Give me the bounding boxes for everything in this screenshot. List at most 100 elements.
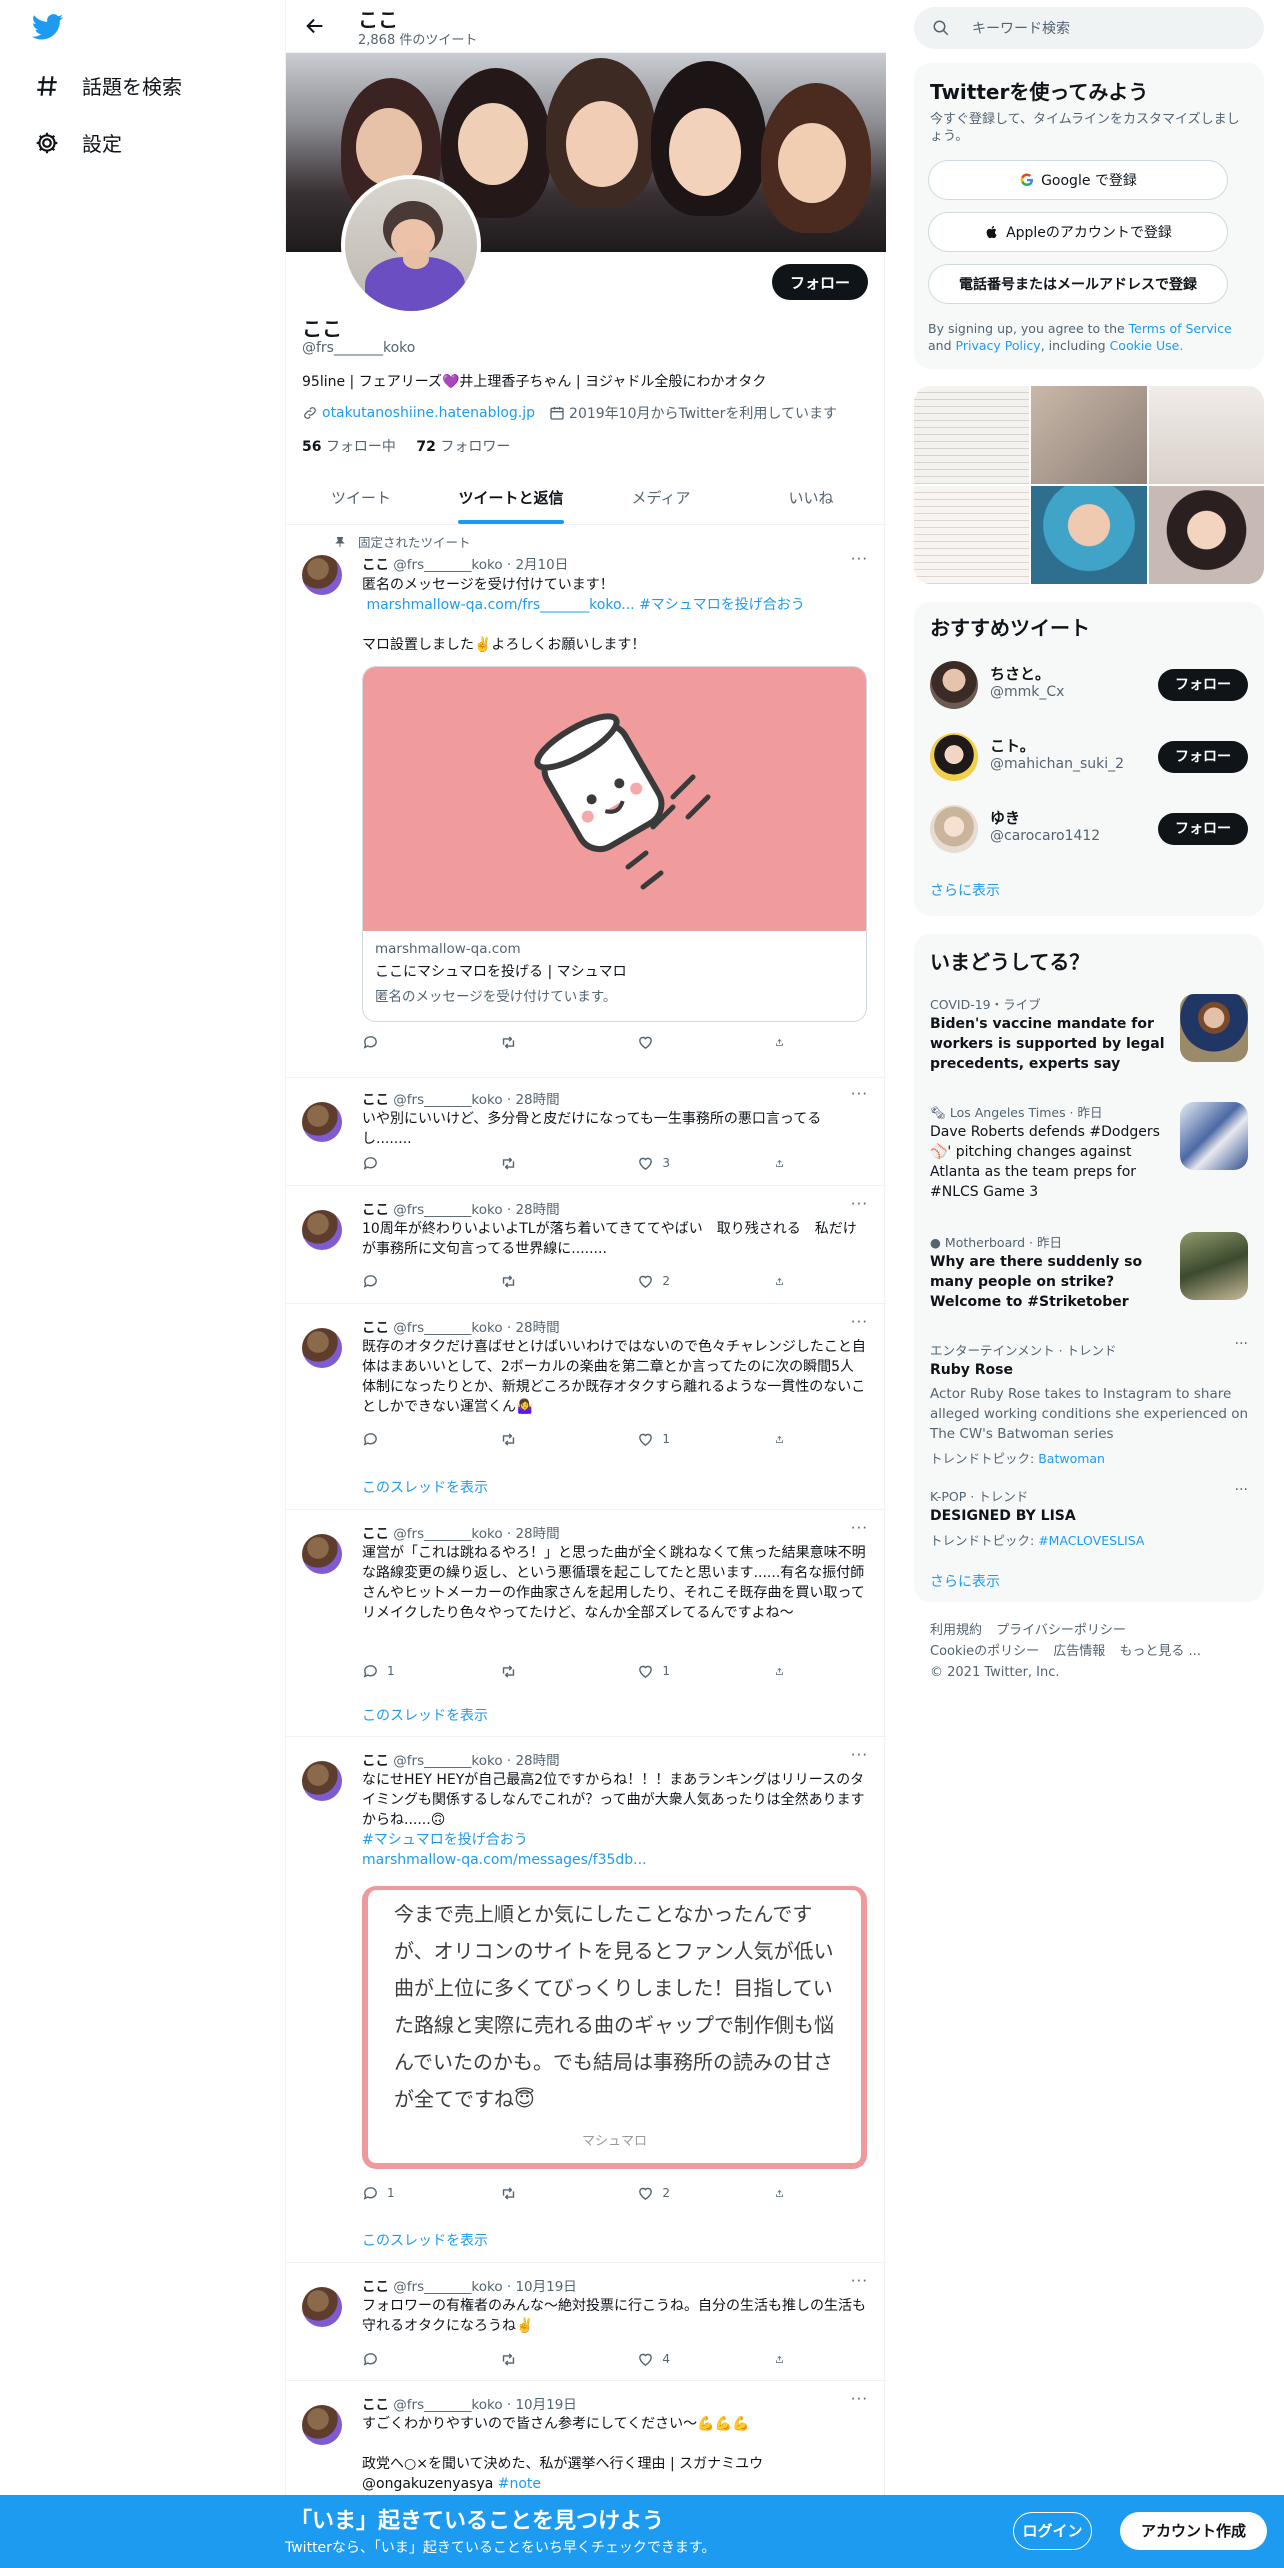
twitter-logo-icon[interactable] xyxy=(32,14,64,40)
like-button[interactable]: 4 xyxy=(637,2350,723,2368)
tab-tweets-and-replies[interactable]: ツイートと返信 xyxy=(436,472,586,524)
apple-signup-button[interactable]: Appleのアカウントで登録 xyxy=(928,212,1228,252)
recommend-user-name[interactable]: ちさと。 xyxy=(990,663,1050,684)
like-button[interactable]: 1 xyxy=(637,1662,723,1680)
follow-button[interactable]: フォロー xyxy=(1158,741,1248,773)
tweet-time[interactable]: 2月10日 xyxy=(515,557,568,573)
more-options-icon[interactable]: ··· xyxy=(1235,1482,1248,1498)
signup-button[interactable]: アカウント作成 xyxy=(1120,2512,1267,2550)
profile-avatar[interactable] xyxy=(341,175,481,315)
tweet-pinned[interactable]: 固定されたツイート ここ @frs_______koko · 2月10日 ···… xyxy=(286,525,886,1078)
more-options-icon[interactable]: ··· xyxy=(1235,1336,1248,1352)
reply-button[interactable] xyxy=(362,1154,448,1172)
tab-tweets[interactable]: ツイート xyxy=(286,472,436,524)
marshmallow-image[interactable]: 今まで売上順とか気にしたことなかったんですが、オリコンのサイトを見るとファン人気… xyxy=(362,1886,867,2169)
trend-item[interactable]: 🗞 Los Angeles Times · 昨日 Dave Roberts de… xyxy=(914,1102,1264,1222)
more-options-icon[interactable]: ··· xyxy=(851,2272,868,2290)
more-options-icon[interactable]: ··· xyxy=(851,1085,868,1103)
tab-media[interactable]: メディア xyxy=(586,472,736,524)
author-name[interactable]: ここ xyxy=(362,2279,389,2295)
recommend-user[interactable]: ちさと。 @mmk_Cx フォロー xyxy=(914,649,1264,721)
profile-website-link[interactable]: otakutanoshiine.hatenablog.jp xyxy=(322,405,535,421)
like-button[interactable]: 2 xyxy=(637,2184,723,2202)
author-name[interactable]: ここ xyxy=(362,1320,389,1336)
tweet-hashtag[interactable]: #マシュマロを投げ合おう xyxy=(362,1832,528,1848)
like-button[interactable]: 3 xyxy=(637,1154,723,1172)
recommend-user[interactable]: こト。 @mahichan_suki_2 フォロー xyxy=(914,721,1264,793)
like-button[interactable]: 1 xyxy=(637,1430,723,1448)
more-options-icon[interactable]: ··· xyxy=(851,1746,868,1764)
avatar[interactable] xyxy=(302,2405,342,2445)
trend-item[interactable]: K-POP · トレンド ··· DESIGNED BY LISA トレンドトピ… xyxy=(914,1482,1264,1548)
share-button[interactable] xyxy=(775,1154,792,1172)
retweet-button[interactable] xyxy=(500,1430,586,1448)
share-button[interactable] xyxy=(775,2350,792,2368)
reply-button[interactable] xyxy=(362,1033,448,1051)
share-button[interactable] xyxy=(775,1272,792,1290)
tweet-time[interactable]: 28時間 xyxy=(515,1202,559,1218)
retweet-button[interactable] xyxy=(500,2184,586,2202)
footer-more[interactable]: もっと見る ... xyxy=(1119,1644,1201,1659)
trend-topic-link[interactable]: Batwoman xyxy=(1038,1451,1105,1466)
tweet[interactable]: ここ @frs_______koko · 28時間 ··· いや別にいいけど、多… xyxy=(286,1078,886,1186)
trends-show-more[interactable]: さらに表示 xyxy=(930,1571,1000,1591)
avatar[interactable] xyxy=(930,661,978,709)
show-thread-link[interactable]: このスレッドを表示 xyxy=(362,1477,488,1497)
reply-button[interactable] xyxy=(362,1430,448,1448)
follow-button[interactable]: フォロー xyxy=(1158,669,1248,701)
login-button[interactable]: ログイン xyxy=(1013,2512,1092,2550)
share-button[interactable] xyxy=(775,1430,792,1448)
trend-item[interactable]: ● Motherboard · 昨日 Why are there suddenl… xyxy=(914,1232,1264,1332)
share-button[interactable] xyxy=(775,1033,792,1051)
tweet[interactable]: ここ @frs_______koko · 28時間 ··· 10周年が終わりいよ… xyxy=(286,1186,886,1304)
tweet-time[interactable]: 28時間 xyxy=(515,1526,559,1542)
trend-item[interactable]: COVID-19・ライブ Biden's vaccine mandate for… xyxy=(914,994,1264,1094)
tweet-time[interactable]: 28時間 xyxy=(515,1753,559,1769)
avatar[interactable] xyxy=(930,733,978,781)
search-box[interactable]: キーワード検索 xyxy=(914,7,1264,49)
author-name[interactable]: ここ xyxy=(362,2397,389,2413)
author-name[interactable]: ここ xyxy=(362,557,389,573)
media-thumbnail[interactable] xyxy=(1031,386,1147,484)
author-name[interactable]: ここ xyxy=(362,1526,389,1542)
back-arrow-icon[interactable] xyxy=(304,15,326,37)
media-thumbnail[interactable] xyxy=(1148,486,1264,584)
recommend-user-name[interactable]: こト。 xyxy=(990,735,1035,756)
retweet-button[interactable] xyxy=(500,1272,586,1290)
tweet[interactable]: ここ @frs_______koko · 28時間 ··· 運営が「これは跳ねる… xyxy=(286,1510,886,1737)
footer-cookie[interactable]: Cookieのポリシー xyxy=(930,1644,1039,1659)
more-options-icon[interactable]: ··· xyxy=(851,1313,868,1331)
like-button[interactable] xyxy=(637,1033,723,1051)
retweet-button[interactable] xyxy=(500,1154,586,1172)
more-options-icon[interactable]: ··· xyxy=(851,2390,868,2408)
tweet[interactable]: ここ @frs_______koko · 28時間 ··· 既存のオタクだけ喜ば… xyxy=(286,1304,886,1510)
trend-topic-link[interactable]: #MACLOVESLISA xyxy=(1038,1533,1144,1548)
tweet-time[interactable]: 10月19日 xyxy=(515,2279,576,2295)
avatar[interactable] xyxy=(302,1102,342,1142)
more-options-icon[interactable]: ··· xyxy=(851,1519,868,1537)
footer-terms[interactable]: 利用規約 xyxy=(930,1623,982,1638)
avatar[interactable] xyxy=(930,805,978,853)
link-card[interactable]: marshmallow-qa.com ここにマシュマロを投げる | マシュマロ … xyxy=(362,666,867,1022)
reply-button[interactable] xyxy=(362,1272,448,1290)
author-name[interactable]: ここ xyxy=(362,1202,389,1218)
show-thread-link[interactable]: このスレッドを表示 xyxy=(362,1705,488,1725)
google-signup-button[interactable]: Google で登録 xyxy=(928,160,1228,200)
recommend-user[interactable]: ゆき @carocaro1412 フォロー xyxy=(914,793,1264,865)
footer-privacy[interactable]: プライバシーポリシー xyxy=(996,1623,1126,1638)
avatar[interactable] xyxy=(302,1328,342,1368)
tab-likes[interactable]: いいね xyxy=(736,472,886,524)
retweet-button[interactable] xyxy=(500,1662,586,1680)
tweet-time[interactable]: 28時間 xyxy=(515,1320,559,1336)
media-thumbnail[interactable] xyxy=(1148,386,1264,484)
avatar[interactable] xyxy=(302,1761,342,1801)
tweet-time[interactable]: 28時間 xyxy=(515,1092,559,1108)
reply-button[interactable]: 1 xyxy=(362,2184,448,2202)
privacy-link[interactable]: Privacy Policy xyxy=(956,338,1041,353)
followers-link[interactable]: 72 フォロワー xyxy=(416,439,510,455)
tweet-hashtag[interactable]: #マシュマロを投げ合おう xyxy=(639,597,805,613)
show-thread-link[interactable]: このスレッドを表示 xyxy=(362,2230,488,2250)
following-link[interactable]: 56 フォロー中 xyxy=(302,439,396,455)
terms-link[interactable]: Terms of Service xyxy=(1129,321,1232,336)
media-thumbnail[interactable] xyxy=(914,486,1030,584)
